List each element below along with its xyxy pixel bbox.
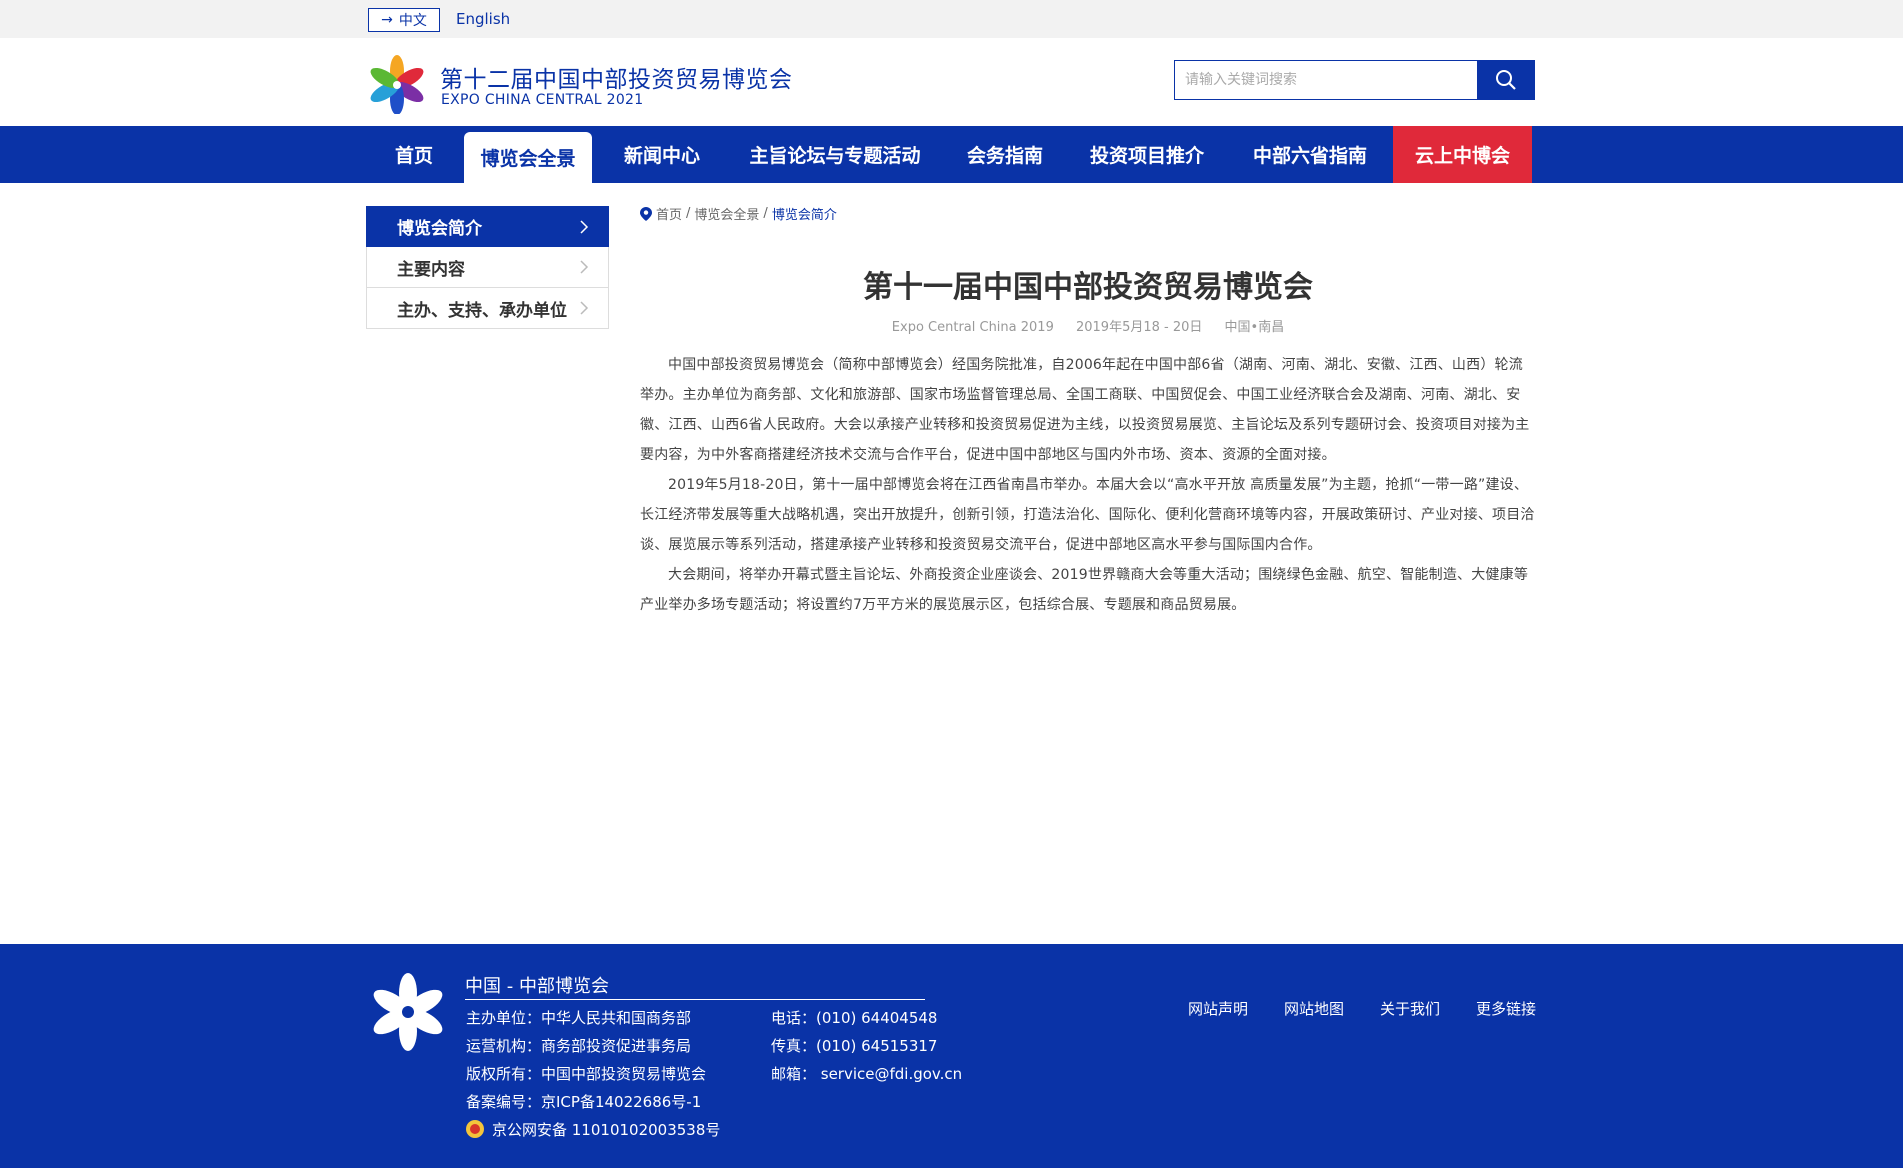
footer-link-sitemap[interactable]: 网站地图 <box>1284 998 1344 1019</box>
breadcrumb-separator: / <box>686 206 691 221</box>
footer-organizer: 主办单位：中华人民共和国商务部 <box>466 1009 692 1027</box>
meta-place: 中国•南昌 <box>1224 320 1285 335</box>
lang-english-link[interactable]: English <box>456 10 510 28</box>
meta-date: 2019年5月18 - 20日 <box>1075 320 1203 335</box>
meta-english-name: Expo Central China 2019 <box>891 320 1054 335</box>
sidebar-item-label: 主办、支持、承办单位 <box>397 300 567 321</box>
lang-chinese-button[interactable]: → 中文 <box>368 8 440 32</box>
site-title-cn: 第十二届中国中部投资贸易博览会 <box>440 67 793 93</box>
expo-logo-icon[interactable] <box>366 54 428 114</box>
sidebar-item-main-content[interactable]: 主要内容 <box>366 247 609 288</box>
footer-fax: 传真：(010) 64515317 <box>771 1037 938 1055</box>
site-header: 第十二届中国中部投资贸易博览会 EXPO CHINA CENTRAL 2021 <box>0 38 1903 126</box>
breadcrumb: 首页 / 博览会全景 / 博览会简介 <box>640 204 837 223</box>
breadcrumb-home[interactable]: 首页 <box>656 204 682 223</box>
footer-phone: 电话：(010) 64404548 <box>771 1009 938 1027</box>
site-footer: 中国 - 中部博览会 主办单位：中华人民共和国商务部 运营机构：商务部投资促进事… <box>0 944 1903 1168</box>
sidebar-menu: 博览会简介 主要内容 主办、支持、承办单位 <box>366 206 609 329</box>
nav-conference-guide[interactable]: 会务指南 <box>950 126 1060 183</box>
nav-home[interactable]: 首页 <box>376 126 452 183</box>
breadcrumb-separator: / <box>763 206 768 221</box>
footer-copyright: 版权所有：中国中部投资贸易博览会 <box>466 1065 707 1083</box>
article-body: 中国中部投资贸易博览会（简称中部博览会）经国务院批准，自2006年起在中国中部6… <box>640 350 1536 620</box>
footer-info-col1: 主办单位：中华人民共和国商务部 运营机构：商务部投资促进事务局 版权所有：中国中… <box>466 1004 720 1144</box>
footer-info-col2: 电话：(010) 64404548 传真：(010) 64515317 邮箱： … <box>771 1004 962 1088</box>
chevron-right-icon <box>580 260 589 274</box>
lang-chinese-label: 中文 <box>398 13 427 29</box>
article-paragraph: 中国中部投资贸易博览会（简称中部博览会）经国务院批准，自2006年起在中国中部6… <box>640 357 1530 463</box>
sidebar-item-organizers[interactable]: 主办、支持、承办单位 <box>366 288 609 329</box>
footer-icp[interactable]: 备案编号：京ICP备14022686号-1 <box>466 1088 720 1116</box>
location-pin-icon <box>640 206 652 221</box>
search-button[interactable] <box>1477 60 1535 100</box>
nav-six-provinces-guide[interactable]: 中部六省指南 <box>1234 126 1386 183</box>
nav-expo-overview[interactable]: 博览会全景 <box>464 132 592 183</box>
sidebar-item-label: 主要内容 <box>397 259 465 280</box>
footer-divider <box>465 999 925 1000</box>
article-paragraph: 2019年5月18-20日，第十一届中部博览会将在江西省南昌市举办。本届大会以“… <box>640 477 1535 553</box>
footer-link-statement[interactable]: 网站声明 <box>1188 998 1248 1019</box>
nav-news-center[interactable]: 新闻中心 <box>604 126 720 183</box>
article-meta: Expo Central China 2019 2019年5月18 - 20日 … <box>640 316 1536 335</box>
footer-email[interactable]: 邮箱： service@fdi.gov.cn <box>771 1060 962 1088</box>
article-title: 第十一届中国中部投资贸易博览会 <box>863 270 1313 305</box>
sidebar-item-intro[interactable]: 博览会简介 <box>366 206 609 247</box>
nav-cloud-expo[interactable]: 云上中博会 <box>1393 126 1532 183</box>
site-title-en: EXPO CHINA CENTRAL 2021 <box>441 92 644 108</box>
search-input[interactable] <box>1174 60 1478 100</box>
footer-link-more[interactable]: 更多链接 <box>1476 998 1536 1019</box>
search-icon <box>1496 70 1516 90</box>
arrow-right-icon: → <box>381 12 393 28</box>
footer-link-about[interactable]: 关于我们 <box>1380 998 1440 1019</box>
main-nav: 首页 博览会全景 新闻中心 主旨论坛与专题活动 会务指南 投资项目推介 中部六省… <box>0 126 1903 183</box>
footer-operator: 运营机构：商务部投资促进事务局 <box>466 1037 692 1055</box>
footer-police-record[interactable]: 京公网安备 11010102003538号 <box>466 1116 720 1144</box>
nav-forum-activities[interactable]: 主旨论坛与专题活动 <box>732 126 938 183</box>
footer-police-text: 京公网安备 11010102003538号 <box>492 1121 721 1139</box>
chevron-right-icon <box>580 220 589 234</box>
police-badge-icon <box>466 1120 484 1138</box>
chevron-right-icon <box>580 301 589 315</box>
nav-investment-projects[interactable]: 投资项目推介 <box>1074 126 1220 183</box>
breadcrumb-current[interactable]: 博览会简介 <box>772 204 837 223</box>
article-paragraph: 大会期间，将举办开幕式暨主旨论坛、外商投资企业座谈会、2019世界赣商大会等重大… <box>640 567 1529 613</box>
footer-title: 中国 - 中部博览会 <box>465 976 609 997</box>
language-bar: → 中文 English <box>0 0 1903 38</box>
footer-links: 网站声明 网站地图 关于我们 更多链接 <box>1188 998 1536 1019</box>
footer-logo-icon <box>373 973 443 1051</box>
breadcrumb-parent[interactable]: 博览会全景 <box>694 204 759 223</box>
sidebar-item-label: 博览会简介 <box>397 219 482 239</box>
